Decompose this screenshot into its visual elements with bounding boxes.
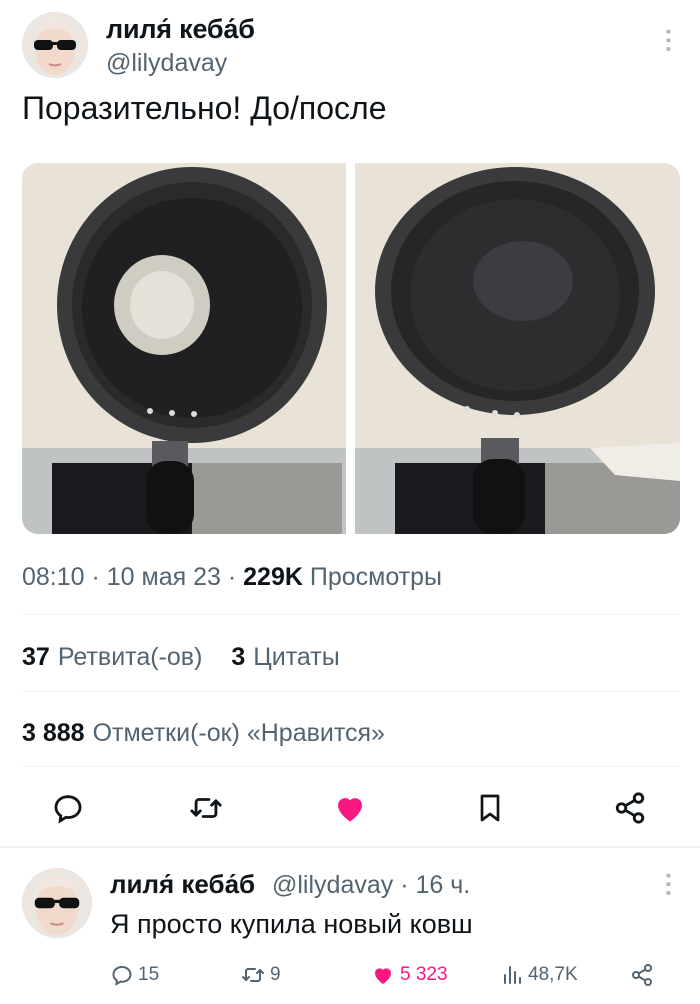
quotes-count: 3 — [231, 643, 246, 671]
reply-views-count: 48,7K — [528, 964, 578, 985]
after-photo[interactable] — [355, 163, 680, 534]
tweet-timestamp-views: 08:10 · 10 мая 23 · 229K Просмотры — [22, 563, 442, 592]
reply-text: Я просто купила новый ковш — [110, 909, 473, 939]
reply-views-button[interactable]: 48,7K — [500, 960, 578, 990]
retweet-icon — [242, 968, 264, 982]
share-button[interactable] — [610, 788, 650, 828]
reply-author-name[interactable]: лиля́ кеба́б — [110, 869, 255, 900]
retweets-label: Ретвита(-ов) — [57, 643, 203, 671]
tweet-text: Поразительно! До/после — [22, 90, 387, 126]
likes-count: 3 888 — [22, 719, 85, 747]
author-name[interactable]: лиля́ кеба́б — [106, 14, 255, 45]
retweet-quote-stats: 37 Ретвита(-ов) 3 Цитаты — [22, 643, 340, 672]
reply-icon — [54, 795, 82, 824]
bookmark-icon — [480, 794, 500, 822]
tweet-time[interactable]: 08:10 · 10 мая 23 · — [22, 563, 243, 591]
retweet-button[interactable] — [186, 788, 226, 828]
reply-more-options-icon[interactable]: ··· — [654, 872, 684, 898]
author-handle[interactable]: @lilydavay — [106, 49, 227, 78]
share-icon — [615, 792, 645, 824]
section-divider — [0, 846, 700, 848]
likes-stat[interactable]: 3 888 Отметки(-ок) «Нравится» — [22, 719, 385, 748]
divider — [22, 614, 680, 615]
views-count: 229K — [243, 563, 303, 591]
tweet-media[interactable] — [22, 163, 680, 534]
retweet-icon — [190, 798, 222, 818]
views-chart-icon — [504, 966, 521, 984]
heart-icon — [375, 968, 391, 984]
reply-like-count: 5 323 — [400, 964, 448, 985]
like-button[interactable] — [330, 788, 370, 828]
reply-icon — [112, 965, 132, 986]
reply-author-handle-time[interactable]: @lilydavay · 16 ч. — [272, 871, 470, 900]
quotes-label: Цитаты — [253, 643, 340, 671]
retweets-count: 37 — [22, 643, 50, 671]
divider — [22, 766, 680, 767]
likes-label: Отметки(-ок) «Нравится» — [92, 719, 385, 747]
divider — [22, 691, 680, 692]
more-options-icon[interactable]: ··· — [654, 28, 684, 54]
reply-author-avatar[interactable] — [22, 868, 92, 938]
retweets-stat[interactable]: 37 Ретвита(-ов) — [22, 643, 202, 671]
reply-button[interactable] — [48, 788, 88, 828]
heart-icon — [338, 798, 362, 822]
reply-reply-button[interactable]: 15 — [110, 960, 159, 990]
reply-like-button[interactable]: 5 323 — [370, 960, 448, 990]
quotes-stat[interactable]: 3 Цитаты — [231, 643, 339, 671]
share-icon — [632, 964, 652, 986]
reply-share-button[interactable] — [630, 960, 654, 990]
bookmark-button[interactable] — [470, 788, 510, 828]
author-avatar[interactable] — [22, 12, 88, 78]
before-photo[interactable] — [22, 163, 346, 534]
reply-retweet-count: 9 — [270, 964, 281, 985]
reply-reply-count: 15 — [138, 964, 160, 985]
reply-retweet-button[interactable]: 9 — [240, 960, 281, 990]
views-label: Просмотры — [302, 563, 442, 591]
